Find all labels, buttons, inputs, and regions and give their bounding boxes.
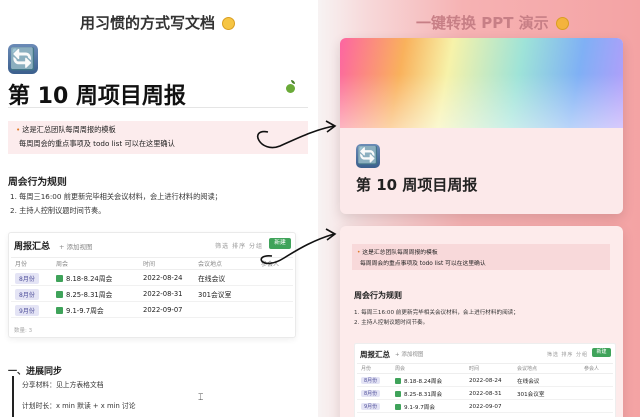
slide-callout-line-1: 这是汇总团队每周周报的模板 (362, 250, 438, 256)
meeting-cell[interactable]: 9.1-9.7周会 (66, 305, 104, 315)
slide-rule-item-2: 2. 主持人控制议题时间节奏。 (354, 320, 429, 326)
date-cell[interactable]: 2022-08-31 (143, 287, 183, 301)
title-divider (8, 107, 308, 108)
slide-rules-heading: 周会行为规则 (354, 291, 402, 300)
meeting-cell[interactable]: 8.18-8.24周会 (66, 273, 112, 283)
right-header: 一键转换 PPT 演示 (416, 12, 569, 33)
spreadsheet-icon (395, 403, 401, 410)
ppt-preview-pane: 一键转换 PPT 演示 🔄 第 10 周项目周报 • 这是汇总团队每周周报的模板… (318, 0, 640, 417)
gradient-banner (340, 38, 623, 128)
slide-add-view: + 添加视图 (395, 352, 424, 358)
spreadsheet-icon (56, 306, 63, 314)
database-title: 周报汇总 (14, 242, 51, 252)
slide-table-row: 8月份 8.25-8.31周会 2022-08-31 301会议室 (357, 388, 613, 400)
page-title[interactable]: 第 10 周项目周报 (8, 78, 186, 110)
column-header-attendee[interactable]: 参会人 (261, 258, 279, 269)
slide-2[interactable]: • 这是汇总团队每周周报的模板 每周周会的重点事项及 todo list 可以在… (340, 226, 623, 417)
month-badge: 8月份 (361, 377, 381, 384)
date-cell[interactable]: 2022-08-24 (143, 271, 183, 285)
green-apple-icon (286, 80, 295, 93)
grin-emoji-icon (222, 17, 236, 30)
slide-column-date: 时间 (469, 366, 480, 372)
slide-database: 周报汇总 + 添加视图 筛选 排序 分组 新建 月份 周会 时间 会议地点 参会… (354, 343, 616, 417)
month-badge: 8月份 (15, 288, 39, 300)
slide-meeting-cell: 8.25-8.31周会 (404, 391, 443, 398)
quote-line-1: 分享材料：见上方表格文档 (22, 381, 104, 389)
slide-table-row: 9月份 9.1-9.7周会 2022-09-07 (357, 401, 613, 413)
slide-meeting-cell: 8.18-8.24周会 (404, 378, 443, 385)
column-header-month[interactable]: 月份 (15, 258, 27, 269)
date-cell[interactable]: 2022-09-07 (143, 303, 183, 317)
slide-column-attendee: 参会人 (584, 366, 600, 372)
slide-date-cell: 2022-08-24 (469, 377, 502, 384)
slide-column-month: 月份 (361, 366, 372, 372)
callout-block[interactable]: • 这是汇总团队每周周报的模板 每周周会的重点事项及 todo list 可以在这… (8, 121, 308, 154)
page-icon[interactable]: 🔄 (8, 44, 38, 74)
table-header: 月份 周会 时间 会议地点 参会人 (11, 257, 293, 270)
spreadsheet-icon (395, 377, 401, 384)
slide-database-title: 周报汇总 (360, 350, 390, 359)
right-header-title: 一键转换 PPT 演示 (416, 14, 549, 32)
place-cell[interactable]: 301会议室 (198, 287, 231, 301)
left-header-title: 用习惯的方式写文档 (80, 14, 216, 32)
slide-column-place: 会议地点 (517, 366, 538, 372)
text-cursor-icon: ⌶ (198, 393, 204, 403)
quote-line-2: 计划时长：x min 默读 + x min 讨论 (22, 402, 136, 410)
database-toolbar[interactable]: 筛选 排序 分组 (215, 241, 263, 250)
table-row[interactable]: 9月份 9.1-9.7周会 2022-09-07 (11, 303, 293, 318)
month-badge: 9月份 (361, 403, 381, 410)
table-row[interactable]: 8月份 8.18-8.24周会 2022-08-24 在线会议 (11, 271, 293, 286)
slide-meeting-cell: 9.1-9.7周会 (404, 404, 435, 411)
column-header-meeting[interactable]: 周会 (56, 258, 68, 269)
slide-rule-item-1: 1. 每周三16:00 前更新完毕相关会议材料，会上进行材料的阅读； (354, 310, 519, 316)
table-row[interactable]: 8月份 8.25-8.31周会 2022-08-31 301会议室 (11, 287, 293, 302)
slide-place-cell: 在线会议 (517, 378, 540, 385)
callout-line-2: 每周周会的重点事项及 todo list 可以在这里确认 (19, 139, 175, 148)
slide-column-meeting: 周会 (395, 366, 406, 372)
slide-date-cell: 2022-08-31 (469, 390, 502, 397)
document-editor-pane: 用习惯的方式写文档 🔄 第 10 周项目周报 • 这是汇总团队每周周报的模板 每周… (0, 0, 318, 417)
slide-place-cell: 301会议室 (517, 391, 545, 398)
meeting-cell[interactable]: 8.25-8.31周会 (66, 289, 112, 299)
rule-item-2[interactable]: 2. 主持人控制议题时间节奏。 (10, 206, 105, 216)
spreadsheet-icon (56, 290, 63, 298)
left-header: 用习惯的方式写文档 (80, 12, 236, 33)
month-badge: 9月份 (15, 304, 39, 316)
add-view-button[interactable]: + 添加视图 (59, 241, 93, 251)
new-record-button[interactable]: 新建 (269, 238, 291, 249)
column-header-place[interactable]: 会议地点 (198, 258, 222, 269)
record-count: 数量: 3 (14, 328, 33, 334)
spreadsheet-icon (395, 390, 401, 397)
place-cell[interactable]: 在线会议 (198, 271, 225, 285)
bullet-icon: • (16, 125, 21, 134)
slide-callout: • 这是汇总团队每周周报的模板 每周周会的重点事项及 todo list 可以在… (352, 244, 610, 270)
weekly-report-database: 周报汇总 + 添加视图 筛选 排序 分组 新建 月份 周会 时间 会议地点 参会… (8, 232, 296, 338)
slide-table-row: 8月份 8.18-8.24周会 2022-08-24 在线会议 (357, 375, 613, 387)
slide-title: 第 10 周项目周报 (356, 176, 478, 194)
rule-item-1[interactable]: 1. 每周三16:00 前更新完毕相关会议材料，会上进行材料的阅读； (10, 192, 222, 202)
slide-page-icon: 🔄 (356, 144, 380, 168)
slide-database-toolbar: 筛选 排序 分组 (546, 352, 588, 358)
slide-date-cell: 2022-09-07 (469, 403, 502, 410)
slide-table-header: 月份 周会 时间 会议地点 参会人 (357, 363, 613, 374)
callout-line-1: 这是汇总团队每周周报的模板 (22, 125, 116, 134)
slide-new-button: 新建 (592, 348, 611, 357)
spreadsheet-icon (56, 274, 63, 282)
month-badge: 8月份 (15, 272, 39, 284)
slide-callout-line-2: 每周周会的重点事项及 todo list 可以在这里确认 (360, 261, 486, 267)
rules-heading[interactable]: 周会行为规则 (8, 174, 67, 188)
month-badge: 8月份 (361, 390, 381, 397)
star-struck-emoji-icon (555, 17, 569, 30)
column-header-date[interactable]: 时间 (143, 258, 155, 269)
quote-block[interactable]: 分享材料：见上方表格文档 计划时长：x min 默读 + x min 讨论 (12, 376, 162, 417)
slide-1[interactable]: 🔄 第 10 周项目周报 (340, 38, 623, 214)
